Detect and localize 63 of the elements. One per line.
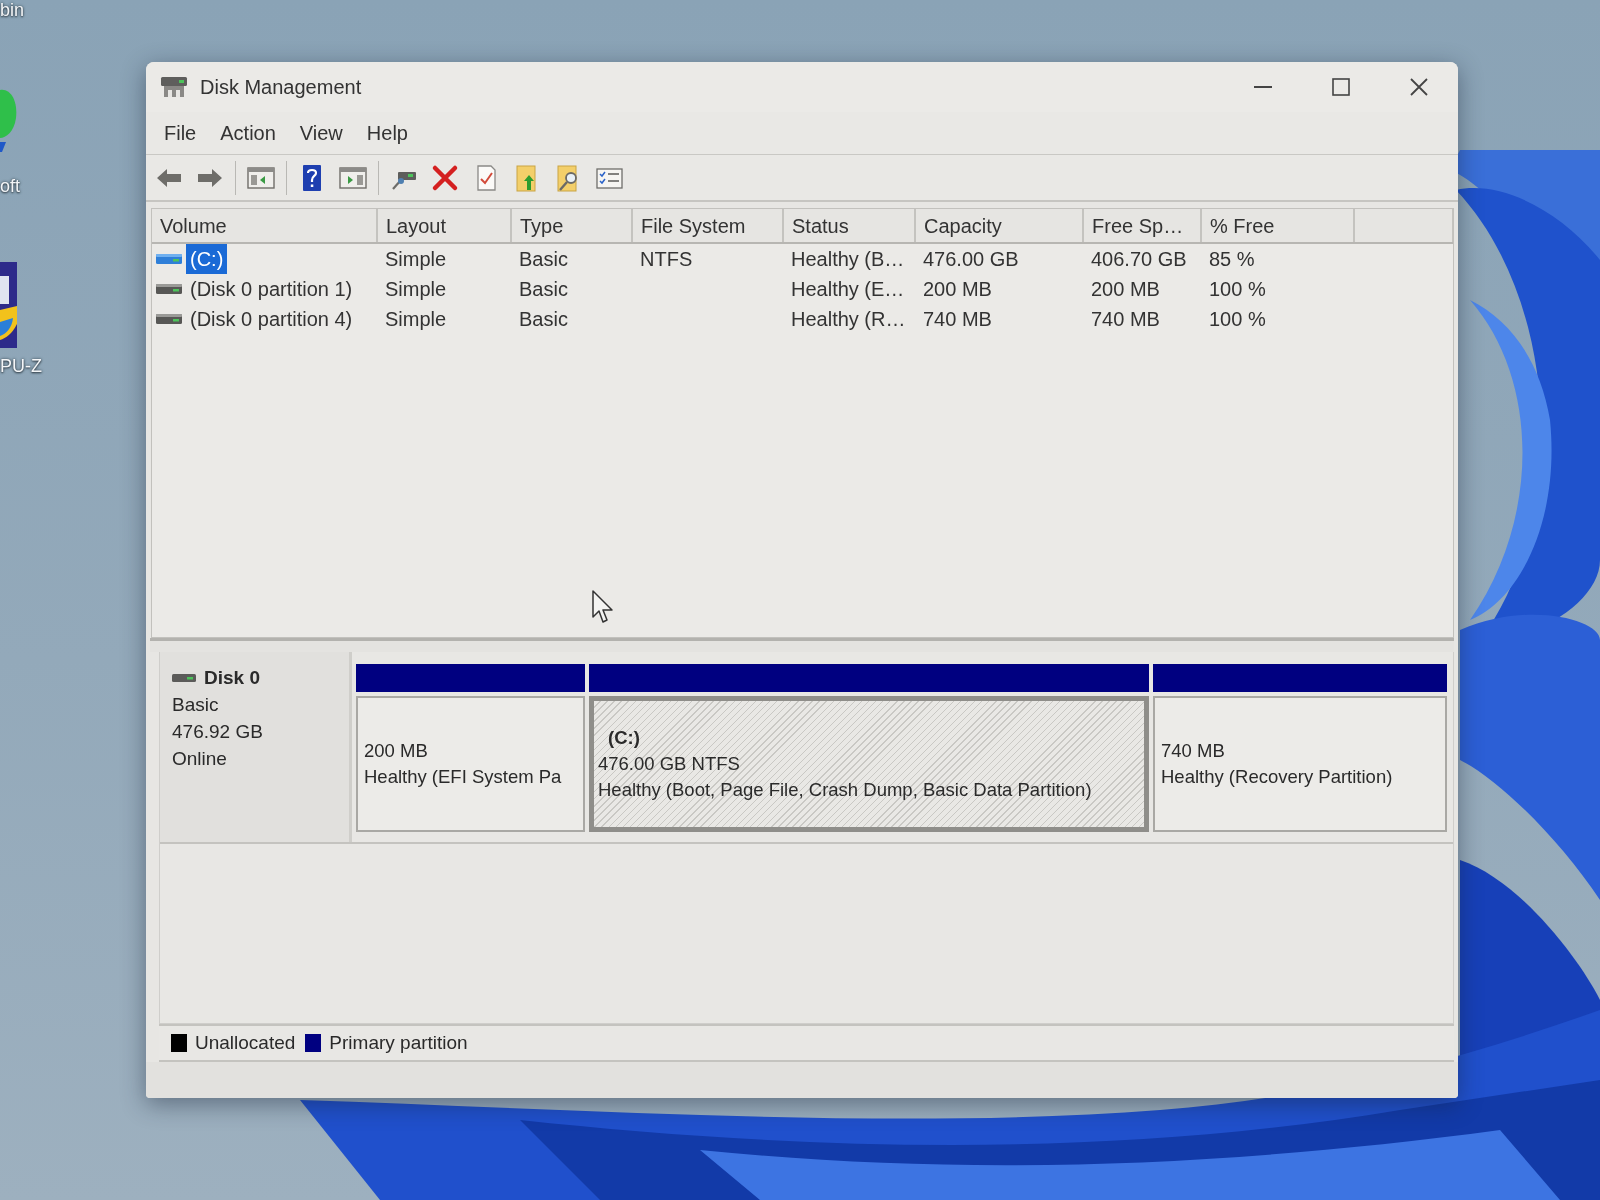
column-header[interactable]: Volume — [152, 209, 377, 243]
menu-item[interactable]: View — [289, 114, 353, 152]
cross-icon — [431, 163, 459, 192]
table-cell: Basic — [511, 243, 632, 274]
drive-icon — [156, 313, 182, 325]
partition-status: Healthy (Recovery Partition) — [1161, 765, 1394, 789]
close-icon — [1410, 78, 1428, 96]
table-cell-text: Simple — [384, 307, 448, 332]
column-header[interactable]: Capacity — [915, 209, 1083, 243]
table-cell-text: 740 MB — [1090, 307, 1161, 332]
partition-size: 200 MB — [364, 739, 429, 763]
mouse-pointer-icon — [592, 590, 614, 624]
table-cell-text: 100 % — [1208, 277, 1267, 302]
table-cell[interactable]: (Disk 0 partition 1) — [186, 274, 357, 304]
minimize-icon — [1254, 86, 1272, 88]
legend-label: Primary partition — [329, 1030, 468, 1055]
disk-info-panel[interactable]: Disk 0 Basic 476.92 GB Online — [160, 652, 352, 842]
table-cell: 85 % — [1201, 243, 1354, 274]
partition-size: 740 MB — [1161, 739, 1226, 763]
drive-icon — [160, 75, 188, 99]
table-cell-text: Simple — [384, 277, 448, 302]
menu-item[interactable]: Help — [356, 114, 418, 152]
table-cell: Simple — [377, 243, 511, 274]
window-title: Disk Management — [200, 75, 362, 100]
drive-icon — [172, 672, 196, 683]
partition-block[interactable]: 740 MB Healthy (Recovery Partition) — [1153, 696, 1447, 832]
table-cell: Healthy (B… — [783, 243, 915, 274]
disk-name: Disk 0 — [204, 666, 260, 690]
disk-type: Basic — [172, 693, 220, 717]
table-cell-text: 100 % — [1208, 307, 1267, 332]
maximize-icon — [1332, 78, 1350, 96]
partition-label: (C:) — [607, 726, 641, 750]
partition-status: Healthy (Boot, Page File, Crash Dump, Basic Data Partition) — [598, 778, 1093, 802]
partition-status: Healthy (EFI System Pa — [364, 765, 563, 789]
table-cell[interactable]: (Disk 0 partition 4) — [186, 304, 357, 334]
partition-size: 476.00 GB NTFS — [598, 752, 741, 776]
table-cell-text: 200 MB — [922, 277, 993, 302]
menu-item[interactable]: File — [154, 114, 207, 152]
table-cell-text: Healthy (E… — [790, 277, 906, 302]
column-header[interactable]: Type — [511, 209, 632, 243]
partition-block[interactable]: (C:) 476.00 GB NTFS Healthy (Boot, Page File, Crash Dump, Basic Data Partition) — [589, 696, 1149, 832]
table-cell-text: Basic — [518, 307, 569, 332]
table-cell: 406.70 GB — [1083, 243, 1201, 274]
column-header[interactable]: Free Sp… — [1083, 209, 1201, 243]
table-cell-text: 740 MB — [922, 307, 993, 332]
column-header[interactable]: Status — [783, 209, 915, 243]
column-header[interactable]: File System — [632, 209, 783, 243]
drive-icon — [156, 253, 182, 265]
table-cell-text: Basic — [518, 277, 569, 302]
table-cell-text: 200 MB — [1090, 277, 1161, 302]
column-header[interactable]: % Free — [1201, 209, 1354, 243]
drive-icon — [156, 283, 182, 295]
disk-size: 476.92 GB — [172, 720, 264, 744]
table-cell[interactable]: (C:) — [186, 244, 228, 274]
app-icon[interactable] — [0, 262, 18, 348]
table-cell: 476.00 GB — [915, 243, 1083, 274]
disk-status: Online — [172, 747, 228, 771]
column-header[interactable]: Layout — [377, 209, 511, 243]
menu-item[interactable]: Action — [210, 114, 286, 152]
table-cell: NTFS — [632, 243, 783, 274]
legend-label: Unallocated — [195, 1030, 296, 1055]
table-cell-text: Healthy (R… — [790, 307, 907, 332]
partition-block[interactable]: 200 MB Healthy (EFI System Pa — [356, 696, 585, 832]
